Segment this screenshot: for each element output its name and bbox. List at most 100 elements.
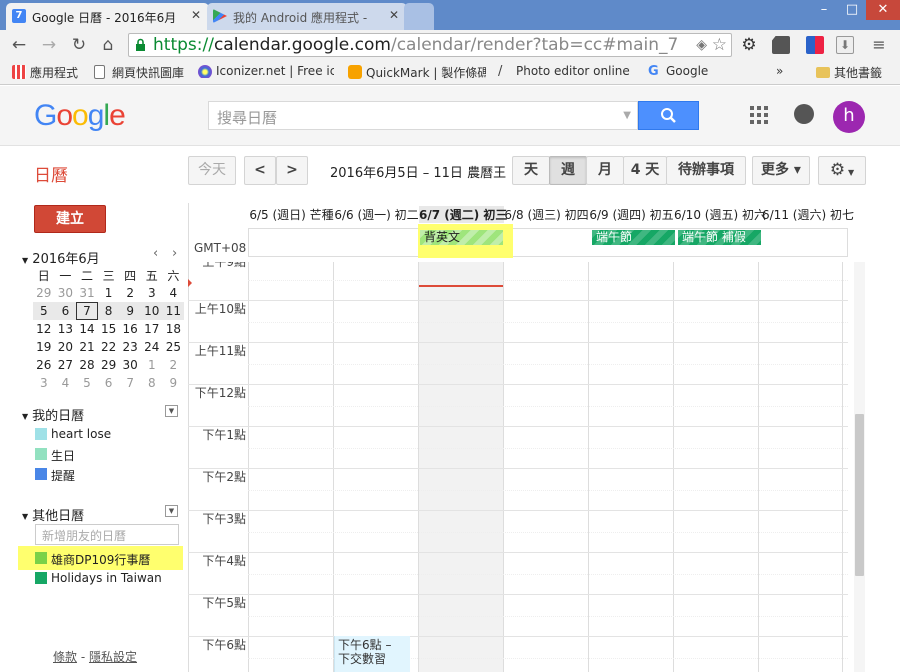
bookmark-apps[interactable]: 應用程式 bbox=[12, 64, 78, 81]
search-options-caret-icon[interactable]: ▼ bbox=[623, 110, 631, 121]
terms-link[interactable]: 條款 bbox=[53, 650, 77, 664]
create-event-button[interactable]: 建立 bbox=[34, 205, 106, 233]
calendar-item-heart-lose[interactable]: heart lose bbox=[35, 427, 111, 441]
other-calendars-menu-icon[interactable]: ▼ bbox=[165, 505, 178, 517]
grid-scrollbar[interactable] bbox=[854, 262, 865, 672]
close-tab-icon[interactable]: ✕ bbox=[191, 8, 201, 22]
add-friend-calendar-input[interactable]: 新增朋友的日曆 bbox=[35, 524, 179, 545]
mini-day[interactable]: 8 bbox=[97, 302, 120, 320]
mini-day[interactable]: 30 bbox=[55, 284, 77, 302]
time-grid[interactable]: 上午9點 上午10點 上午11點 下午12點 下午1點 下午2點 下午3點 下午… bbox=[188, 262, 848, 672]
mini-day[interactable]: 6 bbox=[54, 302, 77, 320]
privacy-link[interactable]: 隱私設定 bbox=[89, 650, 137, 664]
avatar[interactable]: h bbox=[833, 101, 865, 133]
mini-day[interactable]: 8 bbox=[141, 374, 163, 392]
view-day-button[interactable]: 天 bbox=[512, 156, 550, 185]
settings-gear-extension-icon[interactable]: ⚙ bbox=[740, 36, 758, 54]
notifications-bell-icon[interactable] bbox=[794, 104, 814, 124]
mini-day[interactable]: 18 bbox=[163, 320, 185, 338]
day-header[interactable]: 6/5 (週日) 芒種 bbox=[249, 206, 334, 223]
mini-day[interactable]: 3 bbox=[141, 284, 163, 302]
mini-day[interactable]: 21 bbox=[76, 338, 98, 356]
day-header[interactable]: 6/6 (週一) 初二 bbox=[334, 206, 419, 223]
close-tab-icon[interactable]: ✕ bbox=[389, 8, 399, 22]
day-header[interactable]: 6/8 (週三) 初四 bbox=[504, 206, 589, 223]
view-month-button[interactable]: 月 bbox=[586, 156, 624, 185]
mini-day[interactable]: 13 bbox=[55, 320, 77, 338]
mini-day[interactable]: 10 bbox=[140, 302, 163, 320]
calendar-item-reminders[interactable]: 提醒 bbox=[35, 467, 75, 484]
mini-day[interactable]: 12 bbox=[33, 320, 55, 338]
day-header[interactable]: 6/10 (週五) 初六 bbox=[674, 206, 766, 223]
view-week-button[interactable]: 週 bbox=[549, 156, 587, 185]
download-extension-icon[interactable]: ⬇ bbox=[836, 36, 854, 54]
mini-day[interactable]: 26 bbox=[33, 356, 55, 374]
maximize-window-icon[interactable]: □ bbox=[838, 0, 866, 20]
mini-next-month-icon[interactable]: › bbox=[172, 246, 177, 261]
google-apps-grid-icon[interactable] bbox=[750, 106, 768, 124]
chrome-menu-icon[interactable]: ≡ bbox=[870, 36, 888, 54]
minimize-window-icon[interactable]: – bbox=[810, 0, 838, 20]
mini-day[interactable]: 30 bbox=[119, 356, 141, 374]
timed-event[interactable]: 下午6點 – 下交數習 bbox=[334, 636, 410, 672]
mini-day[interactable]: 6 bbox=[98, 374, 120, 392]
mini-day[interactable]: 9 bbox=[119, 302, 141, 320]
more-button[interactable]: 更多 ▾ bbox=[752, 156, 810, 185]
bookmark-page[interactable]: 網頁快訊圖庫 bbox=[94, 64, 184, 81]
mini-calendar-title[interactable]: ▼ 2016年6月 bbox=[22, 248, 100, 267]
mini-day[interactable]: 14 bbox=[76, 320, 98, 338]
mini-day[interactable]: 5 bbox=[76, 374, 98, 392]
mini-day[interactable]: 7 bbox=[119, 374, 141, 392]
calendar-item-dp109[interactable]: 雄商DP109行事曆 bbox=[35, 551, 150, 568]
next-week-button[interactable]: > bbox=[276, 156, 308, 185]
mini-day[interactable]: 4 bbox=[55, 374, 77, 392]
scrollbar-thumb[interactable] bbox=[855, 414, 864, 576]
address-bar[interactable]: https://calendar.google.com/calendar/ren… bbox=[128, 33, 732, 57]
mini-day[interactable]: 15 bbox=[98, 320, 120, 338]
my-calendars-header[interactable]: ▼ 我的日曆 bbox=[22, 405, 84, 424]
bookmark-quickmark[interactable]: QuickMark | 製作條碼 bbox=[348, 64, 486, 81]
browser-tab-calendar[interactable]: 7 Google 日曆 - 2016年6月 ✕ bbox=[6, 3, 209, 30]
mini-day[interactable]: 5 bbox=[33, 302, 55, 320]
home-icon[interactable]: ⌂ bbox=[97, 35, 119, 55]
mini-day[interactable]: 25 bbox=[163, 338, 185, 356]
browser-tab-android[interactable]: 我的 Android 應用程式 - ✕ bbox=[207, 3, 407, 30]
bookmark-iconizer[interactable]: Iconizer.net | Free ic bbox=[198, 64, 334, 78]
settings-button[interactable]: ⚙ ▼ bbox=[818, 156, 866, 185]
translate-icon[interactable]: ◈ bbox=[696, 34, 707, 56]
prev-week-button[interactable]: < bbox=[244, 156, 276, 185]
bookmark-other[interactable]: 其他書籤 bbox=[816, 64, 882, 81]
mini-day[interactable]: 1 bbox=[98, 284, 120, 302]
pocket-extension-icon[interactable] bbox=[806, 36, 824, 54]
bookmark-photo-editor[interactable]: / Photo editor online bbox=[498, 64, 634, 78]
allday-event[interactable]: 端午節 補假 bbox=[678, 230, 761, 245]
new-tab-button[interactable] bbox=[404, 3, 434, 30]
view-agenda-button[interactable]: 待辦事項 bbox=[666, 156, 746, 185]
reload-icon[interactable]: ↻ bbox=[68, 35, 90, 55]
google-logo[interactable]: Google bbox=[34, 99, 126, 133]
back-arrow-icon[interactable]: ← bbox=[8, 35, 30, 55]
mini-day[interactable]: 19 bbox=[33, 338, 55, 356]
more-bookmarks-chevron[interactable]: » bbox=[776, 64, 783, 78]
mini-day[interactable]: 20 bbox=[55, 338, 77, 356]
calendar-item-holidays-taiwan[interactable]: Holidays in Taiwan bbox=[35, 571, 162, 585]
allday-event[interactable]: 端午節 bbox=[592, 230, 675, 245]
mini-day[interactable]: 1 bbox=[141, 356, 163, 374]
bookmark-google[interactable]: G Google bbox=[648, 64, 708, 79]
mini-day[interactable]: 16 bbox=[119, 320, 141, 338]
other-calendars-header[interactable]: ▼ 其他日曆 bbox=[22, 505, 84, 524]
mini-day[interactable]: 9 bbox=[163, 374, 185, 392]
mini-day[interactable]: 2 bbox=[163, 356, 185, 374]
mini-day[interactable]: 3 bbox=[33, 374, 55, 392]
mini-day[interactable]: 11 bbox=[162, 302, 185, 320]
view-4day-button[interactable]: 4 天 bbox=[623, 156, 667, 185]
mini-prev-month-icon[interactable]: ‹ bbox=[153, 246, 158, 261]
mini-day[interactable]: 2 bbox=[119, 284, 141, 302]
day-header[interactable]: 6/11 (週六) 初七 bbox=[762, 206, 854, 223]
evernote-extension-icon[interactable] bbox=[772, 36, 790, 54]
calendar-item-birthdays[interactable]: 生日 bbox=[35, 447, 75, 464]
mini-day[interactable]: 31 bbox=[76, 284, 98, 302]
forward-arrow-icon[interactable]: → bbox=[38, 35, 60, 55]
search-input[interactable]: 搜尋日曆 ▼ bbox=[208, 101, 638, 130]
mini-day[interactable]: 24 bbox=[141, 338, 163, 356]
